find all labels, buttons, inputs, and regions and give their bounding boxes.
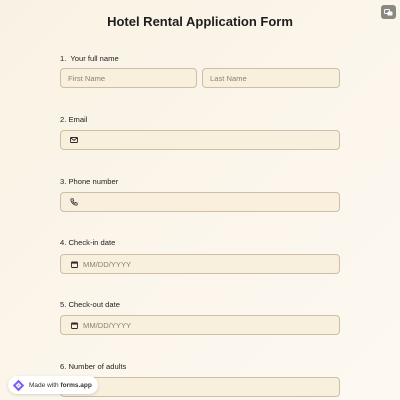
full-name-label: 1. Your full name xyxy=(60,54,119,63)
check-in-label: 4. Check-in date xyxy=(60,238,116,247)
email-input[interactable] xyxy=(60,130,340,150)
check-out-date-input[interactable]: MM/DD/YYYY xyxy=(60,315,340,335)
phone-icon xyxy=(66,198,82,206)
forms-app-logo-icon xyxy=(12,379,25,392)
email-label: 2. Email xyxy=(60,115,88,124)
first-name-placeholder: First Name xyxy=(68,73,106,83)
calendar-icon xyxy=(66,261,82,268)
adults-label: 6. Number of adults xyxy=(60,362,127,371)
badge-prefix: Made with xyxy=(29,381,61,389)
envelope-icon xyxy=(66,137,82,143)
last-name-input[interactable]: Last Name xyxy=(202,68,340,88)
translate-button[interactable] xyxy=(381,5,396,19)
calendar-icon xyxy=(66,322,82,329)
form-page: Hotel Rental Application Form 1. Your fu… xyxy=(0,0,400,400)
check-out-placeholder: MM/DD/YYYY xyxy=(83,320,132,330)
translate-icon xyxy=(384,8,393,15)
check-in-date-input[interactable]: MM/DD/YYYY xyxy=(60,254,340,274)
badge-brand: forms.app xyxy=(60,381,92,389)
last-name-placeholder: Last Name xyxy=(210,73,247,83)
adults-input[interactable] xyxy=(60,377,340,397)
form-title: Hotel Rental Application Form xyxy=(107,14,293,29)
check-in-placeholder: MM/DD/YYYY xyxy=(83,259,132,269)
phone-label: 3. Phone number xyxy=(60,177,119,186)
check-out-label: 5. Check-out date xyxy=(60,300,120,309)
made-with-badge[interactable]: Made with forms.app xyxy=(8,376,98,394)
first-name-input[interactable]: First Name xyxy=(60,68,197,88)
phone-input[interactable] xyxy=(60,192,340,212)
